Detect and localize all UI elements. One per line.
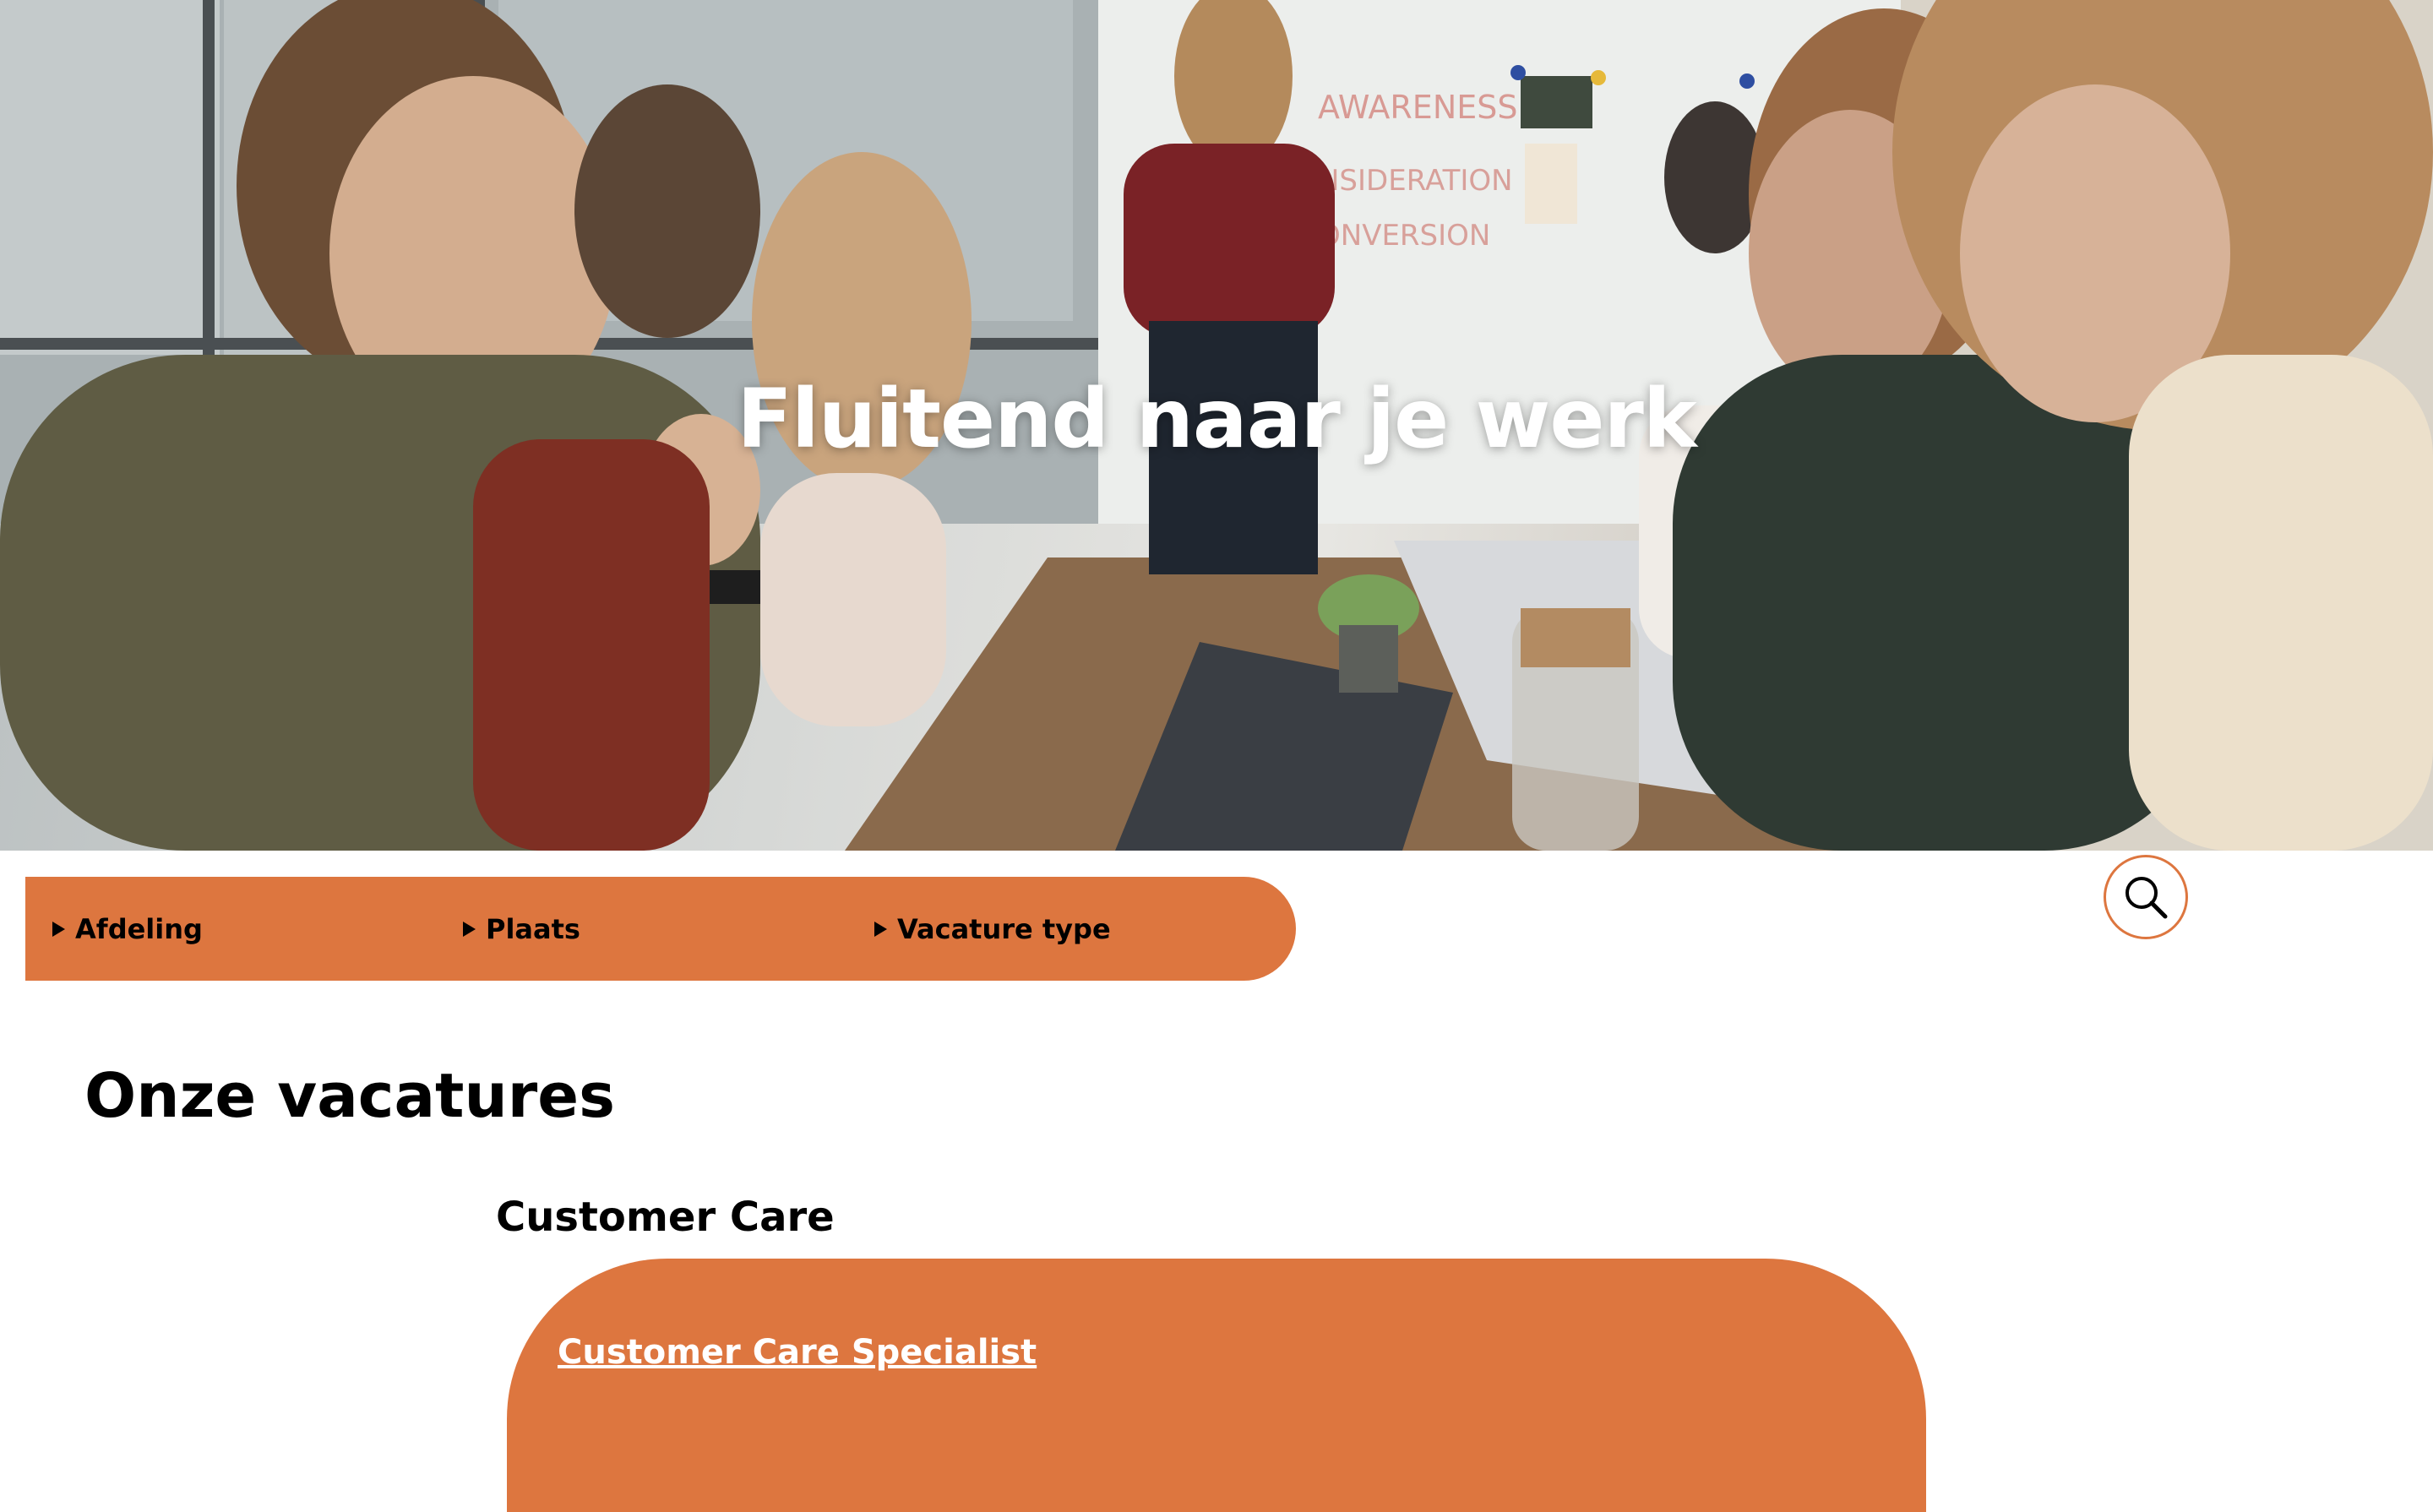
hero-banner: AWARENESS NSIDERATION ONVERSION Fluitend… — [0, 0, 2433, 851]
svg-text:ONVERSION: ONVERSION — [1318, 219, 1490, 253]
hero-title: Fluitend naar je werk — [737, 372, 1696, 466]
search-button[interactable] — [2104, 855, 2188, 939]
filter-plaats[interactable]: Plaats — [463, 877, 580, 981]
disclosure-triangle-icon — [52, 921, 65, 937]
disclosure-triangle-icon — [874, 921, 887, 937]
section-title-customer-care: Customer Care — [496, 1194, 835, 1241]
filter-plaats-label: Plaats — [486, 912, 580, 945]
filter-vacature-type[interactable]: Vacature type — [874, 877, 1111, 981]
page-title: Onze vacatures — [84, 1060, 615, 1131]
filter-bar: Afdeling Plaats Vacature type — [25, 877, 1296, 981]
job-card: Customer Care Specialist — [507, 1259, 1926, 1512]
svg-text:NSIDERATION: NSIDERATION — [1318, 164, 1513, 198]
search-icon — [2125, 877, 2168, 919]
svg-text:AWARENESS: AWARENESS — [1318, 89, 1518, 126]
filter-afdeling-label: Afdeling — [75, 912, 203, 945]
filter-afdeling[interactable]: Afdeling — [52, 877, 203, 981]
filter-vacature-type-label: Vacature type — [897, 912, 1111, 945]
disclosure-triangle-icon — [463, 921, 476, 937]
job-link-customer-care-specialist[interactable]: Customer Care Specialist — [558, 1333, 1037, 1372]
